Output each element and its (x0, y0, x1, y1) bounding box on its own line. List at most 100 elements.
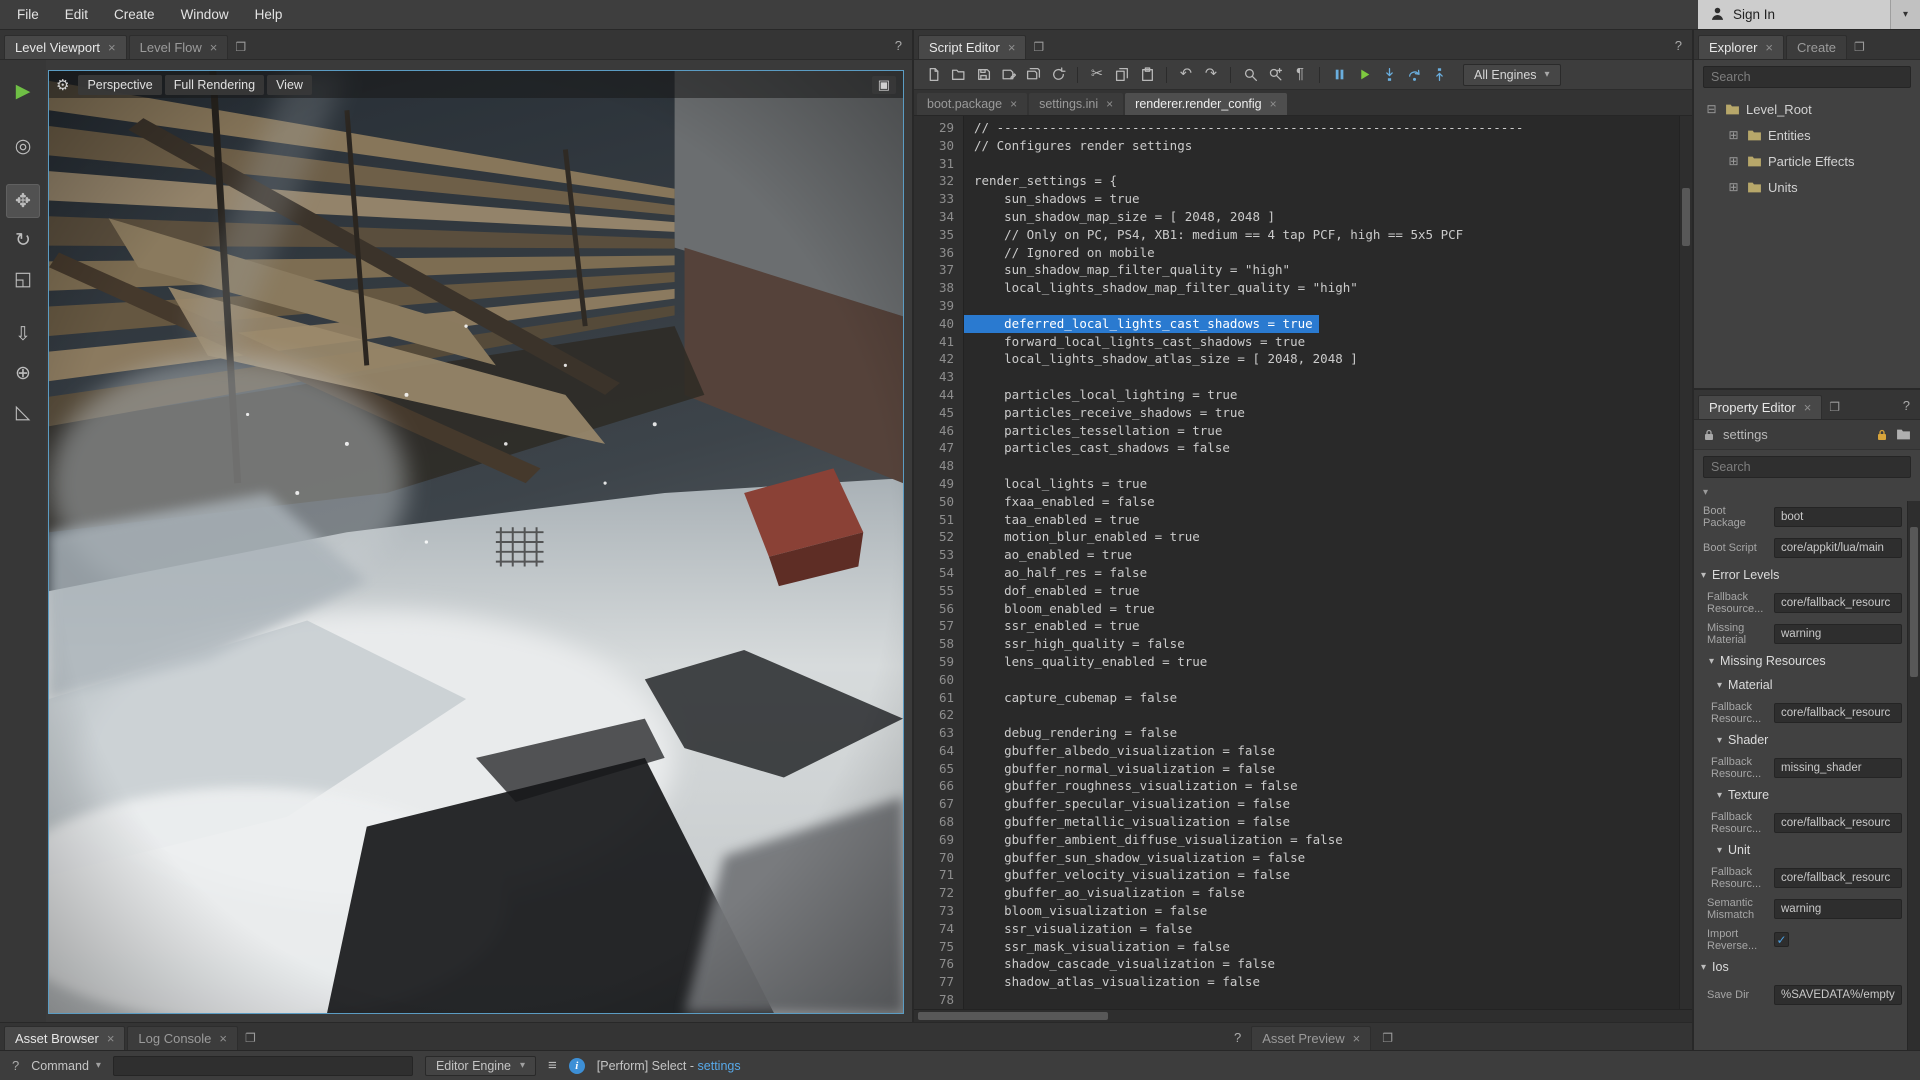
code-line-56[interactable]: bloom_enabled = true (974, 600, 1679, 618)
checkbox[interactable]: ✓ (1774, 932, 1789, 947)
code-line-67[interactable]: gbuffer_specular_visualization = false (974, 795, 1679, 813)
sign-in-dropdown[interactable]: ▾ (1890, 0, 1920, 29)
code-line-49[interactable]: local_lights = true (974, 475, 1679, 493)
step-into-icon[interactable] (1378, 64, 1400, 86)
scrollbar-thumb[interactable] (1910, 527, 1918, 677)
undock-icon[interactable]: ❐ (1033, 40, 1044, 54)
code-line-29[interactable]: // -------------------------------------… (974, 119, 1679, 137)
code-line-71[interactable]: gbuffer_velocity_visualization = false (974, 866, 1679, 884)
code-line-75[interactable]: ssr_mask_visualization = false (974, 938, 1679, 956)
snap-to-ground-icon[interactable]: ⇩ (6, 317, 40, 351)
save-icon[interactable] (972, 64, 994, 86)
cut-icon[interactable]: ✂ (1086, 64, 1108, 86)
tree-item-entities[interactable]: ⊞Entities (1694, 122, 1920, 148)
folder-icon[interactable] (1896, 428, 1911, 441)
section-texture[interactable]: ▾Texture (1694, 783, 1905, 807)
expand-icon[interactable]: ⊞ (1726, 180, 1741, 194)
tab-create[interactable]: Create (1786, 35, 1847, 59)
code-line-62[interactable] (974, 706, 1679, 724)
tab-log-console[interactable]: Log Console× (127, 1026, 238, 1050)
section-unit[interactable]: ▾Unit (1694, 838, 1905, 862)
close-icon[interactable]: × (1765, 41, 1773, 54)
show-whitespace-icon[interactable]: ¶ (1289, 64, 1311, 86)
code-editor[interactable]: 2930313233343536373839404142434445464748… (914, 116, 1692, 1009)
code-line-48[interactable] (974, 457, 1679, 475)
scrollbar-thumb[interactable] (918, 1012, 1108, 1020)
code-line-74[interactable]: ssr_visualization = false (974, 920, 1679, 938)
code-line-65[interactable]: gbuffer_normal_visualization = false (974, 760, 1679, 778)
rotate-tool-icon[interactable]: ↻ (6, 223, 40, 257)
undock-icon[interactable]: ❐ (235, 40, 246, 54)
code-line-77[interactable]: shadow_atlas_visualization = false (974, 973, 1679, 991)
close-icon[interactable]: × (1804, 401, 1812, 414)
spawn-unit-icon[interactable]: ⊕ (6, 356, 40, 390)
code-line-38[interactable]: local_lights_shadow_map_filter_quality =… (974, 279, 1679, 297)
collapse-icon[interactable]: ⊟ (1704, 102, 1719, 116)
code-line-61[interactable]: capture_cubemap = false (974, 689, 1679, 707)
code-line-68[interactable]: gbuffer_metallic_visualization = false (974, 813, 1679, 831)
step-over-icon[interactable] (1403, 64, 1425, 86)
engines-dropdown[interactable]: All Engines▾ (1463, 64, 1561, 86)
code-line-40[interactable]: deferred_local_lights_cast_shadows = tru… (974, 315, 1679, 333)
close-icon[interactable]: × (1008, 41, 1016, 54)
code-line-60[interactable] (974, 671, 1679, 689)
code-line-30[interactable]: // Configures render settings (974, 137, 1679, 155)
code-line-58[interactable]: ssr_high_quality = false (974, 635, 1679, 653)
find-in-files-icon[interactable] (1264, 64, 1286, 86)
property-search-input[interactable] (1703, 456, 1911, 478)
close-icon[interactable]: × (210, 41, 218, 54)
code-line-54[interactable]: ao_half_res = false (974, 564, 1679, 582)
horizontal-scrollbar[interactable] (914, 1009, 1692, 1022)
close-icon[interactable]: × (108, 41, 116, 54)
property-value-field[interactable]: warning (1774, 624, 1902, 644)
menu-window[interactable]: Window (168, 0, 242, 29)
property-value-field[interactable]: boot (1774, 507, 1902, 527)
code-line-53[interactable]: ao_enabled = true (974, 546, 1679, 564)
viewport-perspective-button[interactable]: Perspective (78, 75, 161, 95)
tab-level-viewport[interactable]: Level Viewport× (4, 35, 127, 59)
gear-icon[interactable]: ⚙ (56, 76, 69, 94)
code-line-32[interactable]: render_settings = { (974, 172, 1679, 190)
tab-asset-preview[interactable]: Asset Preview× (1251, 1026, 1371, 1050)
code-line-45[interactable]: particles_receive_shadows = true (974, 404, 1679, 422)
code-line-70[interactable]: gbuffer_sun_shadow_visualization = false (974, 849, 1679, 867)
code-line-63[interactable]: debug_rendering = false (974, 724, 1679, 742)
run-icon[interactable] (1353, 64, 1375, 86)
section-error-levels[interactable]: ▾Error Levels (1694, 563, 1905, 587)
code-line-31[interactable] (974, 155, 1679, 173)
code-line-43[interactable] (974, 368, 1679, 386)
code-line-52[interactable]: motion_blur_enabled = true (974, 528, 1679, 546)
help-icon[interactable]: ? (1234, 1030, 1241, 1045)
run-level-icon[interactable]: ▶ (6, 74, 40, 108)
code-line-69[interactable]: gbuffer_ambient_diffuse_visualization = … (974, 831, 1679, 849)
close-icon[interactable]: × (1010, 98, 1017, 110)
code-line-42[interactable]: local_lights_shadow_atlas_size = [ 2048,… (974, 350, 1679, 368)
property-value-field[interactable]: %SAVEDATA%/empty (1774, 985, 1902, 1005)
tab-level-flow[interactable]: Level Flow× (129, 35, 229, 59)
help-icon[interactable]: ? (1675, 38, 1682, 53)
scale-tool-icon[interactable]: ◱ (6, 262, 40, 296)
help-icon[interactable]: ? (1903, 398, 1910, 413)
file-tab-boot-package[interactable]: boot.package× (917, 93, 1027, 115)
property-value-field[interactable]: core/fallback_resourc (1774, 593, 1902, 613)
lock-icon[interactable] (1703, 428, 1715, 442)
tab-property-editor[interactable]: Property Editor× (1698, 395, 1822, 419)
section-ios[interactable]: ▾Ios (1694, 955, 1905, 979)
close-icon[interactable]: × (1353, 1032, 1361, 1045)
close-icon[interactable]: × (107, 1032, 115, 1045)
code-line-64[interactable]: gbuffer_albedo_visualization = false (974, 742, 1679, 760)
save-as-icon[interactable] (997, 64, 1019, 86)
viewport[interactable]: ⚙ PerspectiveFull RenderingView ▣ (48, 70, 904, 1014)
code-line-72[interactable]: gbuffer_ao_visualization = false (974, 884, 1679, 902)
undo-icon[interactable]: ↶ (1175, 64, 1197, 86)
menu-create[interactable]: Create (101, 0, 168, 29)
close-icon[interactable]: × (1270, 98, 1277, 110)
status-message-link[interactable]: settings (698, 1059, 741, 1073)
new-file-icon[interactable] (922, 64, 944, 86)
property-value-field[interactable]: core/fallback_resourc (1774, 813, 1902, 833)
code-lines[interactable]: // -------------------------------------… (964, 116, 1679, 1009)
help-icon[interactable]: ? (895, 38, 902, 53)
property-value-field[interactable]: missing_shader (1774, 758, 1902, 778)
undock-icon[interactable]: ❐ (1829, 400, 1840, 414)
expand-icon[interactable]: ⊞ (1726, 128, 1741, 142)
